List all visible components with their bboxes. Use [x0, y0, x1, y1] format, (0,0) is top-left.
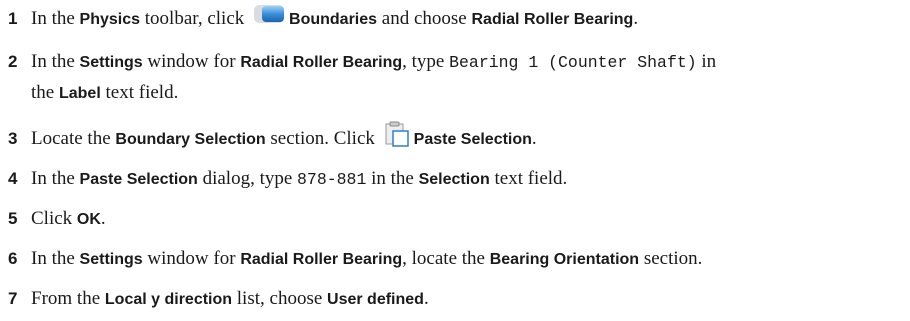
step-number: 5	[8, 209, 18, 228]
field-name: Label	[58, 85, 101, 102]
step-text: .	[633, 8, 639, 29]
step-text: and choose	[377, 8, 472, 29]
step-text: In the	[31, 8, 80, 29]
step-text: .	[423, 288, 429, 309]
step-number: 7	[8, 289, 18, 308]
step-5: 5 Click OK.	[8, 203, 903, 236]
step-text: .	[100, 208, 106, 229]
step-text: , type	[402, 51, 450, 72]
dialog-name: Paste Selection	[79, 171, 198, 188]
step-number: 2	[8, 52, 18, 71]
step-text: From the	[31, 288, 105, 309]
step-text: the	[31, 82, 59, 103]
feature-name: Radial Roller Bearing	[240, 251, 403, 268]
boundaries-icon	[253, 3, 285, 36]
step-text: toolbar, click	[140, 8, 250, 29]
window-name: Settings	[79, 54, 143, 71]
step-2-continuation: the Label text field.	[31, 77, 178, 110]
step-text: dialog, type	[197, 168, 298, 189]
step-text: window for	[142, 51, 241, 72]
boundaries-button-label: Boundaries	[289, 11, 378, 28]
ok-button-label: OK	[76, 211, 101, 228]
step-text: list, choose	[232, 288, 328, 309]
feature-name: Radial Roller Bearing	[240, 54, 403, 71]
step-7: 7 From the Local y direction list, choose…	[8, 283, 903, 316]
paste-selection-icon	[384, 120, 410, 159]
step-text: section.	[639, 248, 703, 269]
step-text: In the	[31, 51, 80, 72]
step-text: , locate the	[402, 248, 490, 269]
step-6: 6 In the Settings window for Radial Rolle…	[8, 243, 903, 276]
step-text: in	[696, 51, 717, 72]
step-number: 3	[8, 128, 18, 148]
toolbar-name: Physics	[79, 11, 141, 28]
step-3: 3 Locate the Boundary Selection section. …	[8, 120, 903, 159]
step-4: 4 In the Paste Selection dialog, type 878…	[8, 163, 903, 196]
step-text: section. Click	[265, 127, 380, 149]
choice-label: Radial Roller Bearing	[471, 11, 634, 28]
step-1: 1 In the Physics toolbar, click Boundarie…	[8, 3, 903, 36]
section-name: Boundary Selection	[115, 130, 266, 148]
step-number: 4	[8, 169, 18, 188]
step-text: Locate the	[31, 127, 116, 149]
instruction-list: 1 In the Physics toolbar, click Boundarie…	[0, 0, 910, 321]
step-text: .	[531, 127, 537, 149]
step-2: 2 In the Settings window for Radial Rolle…	[8, 46, 903, 79]
window-name: Settings	[79, 251, 143, 268]
step-number: 6	[8, 249, 18, 268]
paste-selection-button-label: Paste Selection	[413, 130, 532, 148]
step-text: window for	[142, 248, 241, 269]
step-text: text field.	[100, 82, 179, 103]
step-text: In the	[31, 248, 80, 269]
step-text: In the	[31, 168, 80, 189]
step-text: in the	[366, 168, 419, 189]
list-name: Local y direction	[104, 291, 233, 308]
step-text: text field.	[489, 168, 568, 189]
field-name: Selection	[418, 171, 490, 188]
typed-value: 878-881	[297, 170, 367, 189]
step-number: 1	[8, 9, 18, 28]
typed-value: Bearing 1 (Counter Shaft)	[449, 53, 697, 72]
step-text: Click	[31, 208, 77, 229]
choice-label: User defined	[327, 291, 424, 308]
section-name: Bearing Orientation	[489, 251, 640, 268]
